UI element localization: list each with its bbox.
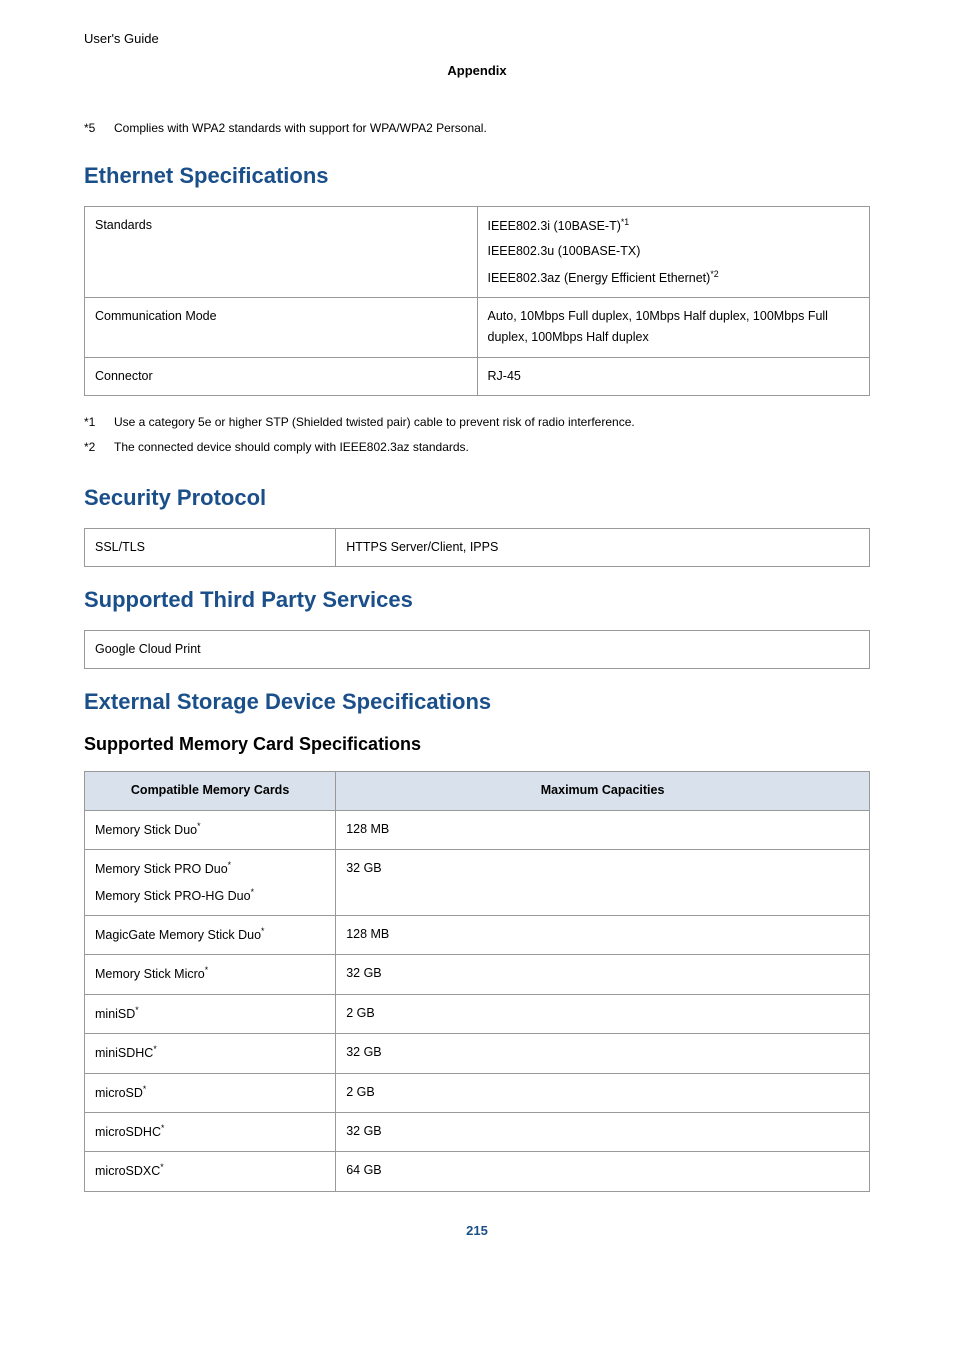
cell-card: Memory Stick Micro*: [85, 955, 336, 994]
section-label: Appendix: [84, 62, 870, 80]
table-row: Memory Stick Duo* 128 MB: [85, 810, 870, 849]
table-row: microSD* 2 GB: [85, 1073, 870, 1112]
table-header-row: Compatible Memory Cards Maximum Capaciti…: [85, 772, 870, 810]
cell-capacity: 2 GB: [336, 1073, 870, 1112]
footnote-text: Use a category 5e or higher STP (Shielde…: [114, 414, 635, 431]
table-row: miniSDHC* 32 GB: [85, 1034, 870, 1073]
security-table: SSL/TLS HTTPS Server/Client, IPPS: [84, 528, 870, 567]
cell-value: Google Cloud Print: [85, 631, 870, 669]
cell-card: MagicGate Memory Stick Duo*: [85, 915, 336, 954]
cell-capacity: 2 GB: [336, 994, 870, 1033]
table-row: Memory Stick PRO Duo* Memory Stick PRO-H…: [85, 850, 870, 916]
cell-value: IEEE802.3i (10BASE-T)*1 IEEE802.3u (100B…: [477, 206, 870, 297]
footnote-text: The connected device should comply with …: [114, 439, 469, 456]
col-header-capacity: Maximum Capacities: [336, 772, 870, 810]
footnote-text: Complies with WPA2 standards with suppor…: [114, 120, 487, 137]
cell-card: microSDHC*: [85, 1112, 336, 1151]
page-number: 215: [84, 1222, 870, 1240]
third-party-heading: Supported Third Party Services: [84, 585, 870, 616]
table-row: Standards IEEE802.3i (10BASE-T)*1 IEEE80…: [85, 206, 870, 297]
footnote-marker: *1: [84, 414, 114, 431]
cell-card: miniSD*: [85, 994, 336, 1033]
table-row: Communication Mode Auto, 10Mbps Full dup…: [85, 298, 870, 358]
memory-card-subheading: Supported Memory Card Specifications: [84, 732, 870, 757]
cell-value: Auto, 10Mbps Full duplex, 10Mbps Half du…: [477, 298, 870, 358]
header: User's Guide: [84, 30, 870, 48]
cell-label: SSL/TLS: [85, 529, 336, 567]
table-row: miniSD* 2 GB: [85, 994, 870, 1033]
cell-capacity: 32 GB: [336, 850, 870, 916]
ethernet-footnotes: *1 Use a category 5e or higher STP (Shie…: [84, 414, 870, 456]
ethernet-heading: Ethernet Specifications: [84, 161, 870, 192]
footnote-5: *5 Complies with WPA2 standards with sup…: [84, 120, 870, 137]
third-party-table: Google Cloud Print: [84, 630, 870, 669]
col-header-cards: Compatible Memory Cards: [85, 772, 336, 810]
table-row: microSDHC* 32 GB: [85, 1112, 870, 1151]
table-row: MagicGate Memory Stick Duo* 128 MB: [85, 915, 870, 954]
footnote-2: *2 The connected device should comply wi…: [84, 439, 870, 456]
table-row: Memory Stick Micro* 32 GB: [85, 955, 870, 994]
cell-capacity: 32 GB: [336, 1112, 870, 1151]
standards-line: IEEE802.3u (100BASE-TX): [488, 241, 860, 262]
standards-line: IEEE802.3az (Energy Efficient Ethernet)*…: [488, 267, 860, 289]
cell-capacity: 32 GB: [336, 955, 870, 994]
external-storage-heading: External Storage Device Specifications: [84, 687, 870, 718]
memory-card-table: Compatible Memory Cards Maximum Capaciti…: [84, 771, 870, 1191]
cell-value: RJ-45: [477, 357, 870, 395]
footnote-1: *1 Use a category 5e or higher STP (Shie…: [84, 414, 870, 431]
standards-line: IEEE802.3i (10BASE-T)*1: [488, 215, 860, 237]
cell-capacity: 64 GB: [336, 1152, 870, 1191]
table-row: Google Cloud Print: [85, 631, 870, 669]
cell-capacity: 128 MB: [336, 915, 870, 954]
footnote-marker: *2: [84, 439, 114, 456]
cell-card: microSDXC*: [85, 1152, 336, 1191]
cell-label: Connector: [85, 357, 478, 395]
table-row: SSL/TLS HTTPS Server/Client, IPPS: [85, 529, 870, 567]
cell-card: miniSDHC*: [85, 1034, 336, 1073]
table-row: Connector RJ-45: [85, 357, 870, 395]
cell-card: Memory Stick Duo*: [85, 810, 336, 849]
cell-label: Standards: [85, 206, 478, 297]
cell-card: microSD*: [85, 1073, 336, 1112]
ethernet-table: Standards IEEE802.3i (10BASE-T)*1 IEEE80…: [84, 206, 870, 396]
cell-label: Communication Mode: [85, 298, 478, 358]
footnote-marker: *5: [84, 120, 114, 137]
table-row: microSDXC* 64 GB: [85, 1152, 870, 1191]
cell-capacity: 128 MB: [336, 810, 870, 849]
cell-value: HTTPS Server/Client, IPPS: [336, 529, 870, 567]
guide-title: User's Guide: [84, 30, 870, 48]
cell-capacity: 32 GB: [336, 1034, 870, 1073]
cell-card: Memory Stick PRO Duo* Memory Stick PRO-H…: [85, 850, 336, 916]
security-heading: Security Protocol: [84, 483, 870, 514]
